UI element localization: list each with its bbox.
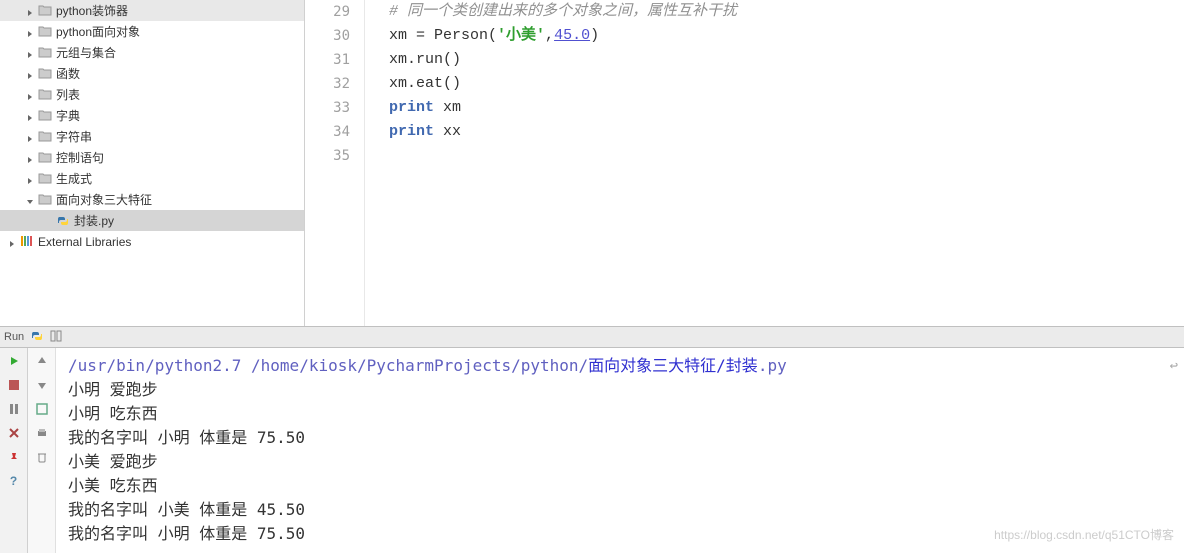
- line-number: 33: [305, 96, 350, 120]
- expand-arrow-icon[interactable]: [26, 6, 36, 16]
- tree-item-7[interactable]: 控制语句: [0, 147, 304, 168]
- tree-label: 列表: [56, 86, 80, 103]
- code-area[interactable]: # 同一个类创建出来的多个对象之间，属性互补干扰xm = Person('小美'…: [365, 0, 1184, 326]
- folder-icon: [38, 88, 52, 102]
- tree-label: 字典: [56, 107, 80, 124]
- tree-label: 封装.py: [74, 212, 114, 229]
- expand-arrow-icon[interactable]: [26, 48, 36, 58]
- expand-arrow-icon[interactable]: [26, 69, 36, 79]
- code-editor[interactable]: 29303132333435 # 同一个类创建出来的多个对象之间，属性互补干扰x…: [305, 0, 1184, 326]
- tree-label: python装饰器: [56, 2, 128, 19]
- tree-label: External Libraries: [38, 235, 131, 249]
- folder-icon: [38, 67, 52, 81]
- tree-label: 字符串: [56, 128, 92, 145]
- project-tree: python装饰器 python面向对象元组与集合函数列表字典字符串控制语句生成式…: [0, 0, 305, 326]
- code-line[interactable]: xm.eat(): [389, 72, 1184, 96]
- code-line[interactable]: xm.run(): [389, 48, 1184, 72]
- line-number: 32: [305, 72, 350, 96]
- line-number: 31: [305, 48, 350, 72]
- expand-arrow-icon[interactable]: [26, 27, 36, 37]
- line-number: 30: [305, 24, 350, 48]
- tree-item-3[interactable]: 函数: [0, 63, 304, 84]
- tree-label: 面向对象三大特征: [56, 191, 152, 208]
- tree-item-5[interactable]: 字典: [0, 105, 304, 126]
- console-toolbar-left: ?: [0, 348, 28, 553]
- tree-item-1[interactable]: python面向对象: [0, 21, 304, 42]
- python-icon: [30, 329, 44, 346]
- help-button[interactable]: ?: [5, 472, 23, 490]
- folder-icon: [38, 46, 52, 60]
- console-line: 我的名字叫 小明 体重是 75.50: [68, 426, 1172, 450]
- layout-icon[interactable]: [50, 329, 64, 346]
- line-number: 34: [305, 120, 350, 144]
- console-line: 小明 爱跑步: [68, 378, 1172, 402]
- line-gutter: 29303132333435: [305, 0, 365, 326]
- expand-arrow-icon[interactable]: [26, 111, 36, 121]
- pause-button[interactable]: [5, 400, 23, 418]
- console-line: 我的名字叫 小美 体重是 45.50: [68, 498, 1172, 522]
- tree-item-11[interactable]: External Libraries: [0, 231, 304, 252]
- run-toolwindow-header[interactable]: Run: [0, 326, 1184, 348]
- py-icon: [56, 214, 70, 228]
- expand-arrow-icon[interactable]: [44, 216, 54, 226]
- folder-icon: [38, 130, 52, 144]
- folder-icon: [38, 151, 52, 165]
- print-button[interactable]: [33, 424, 51, 442]
- console-line: 小明 吃东西: [68, 402, 1172, 426]
- folder-icon: [38, 172, 52, 186]
- code-line[interactable]: xm = Person('小美',45.0): [389, 24, 1184, 48]
- rerun-button[interactable]: [5, 352, 23, 370]
- tree-label: 函数: [56, 65, 80, 82]
- scroll-up-button[interactable]: [33, 352, 51, 370]
- folder-icon: [38, 193, 52, 207]
- softwrap-icon[interactable]: ↩: [1170, 354, 1178, 378]
- expand-arrow-icon[interactable]: [26, 153, 36, 163]
- tree-item-8[interactable]: 生成式: [0, 168, 304, 189]
- folder-icon: [38, 4, 52, 18]
- expand-arrow-icon[interactable]: [8, 237, 18, 247]
- expand-arrow-icon[interactable]: [26, 132, 36, 142]
- run-label: Run: [4, 331, 24, 343]
- folder-icon: [38, 25, 52, 39]
- console-output[interactable]: ↩ /usr/bin/python2.7 /home/kiosk/Pycharm…: [56, 348, 1184, 553]
- folder-icon: [38, 109, 52, 123]
- tree-item-6[interactable]: 字符串: [0, 126, 304, 147]
- scroll-down-button[interactable]: [33, 376, 51, 394]
- console-command: /usr/bin/python2.7 /home/kiosk/PycharmPr…: [68, 354, 1172, 378]
- tree-item-0[interactable]: python装饰器: [0, 0, 304, 21]
- code-line[interactable]: [389, 144, 1184, 168]
- code-line[interactable]: print xx: [389, 120, 1184, 144]
- tree-label: 控制语句: [56, 149, 104, 166]
- close-button[interactable]: [5, 424, 23, 442]
- line-number: 29: [305, 0, 350, 24]
- code-line[interactable]: print xm: [389, 96, 1184, 120]
- console-line: 小美 吃东西: [68, 474, 1172, 498]
- stop-button[interactable]: [5, 376, 23, 394]
- expand-arrow-icon[interactable]: [26, 90, 36, 100]
- tree-item-9[interactable]: 面向对象三大特征: [0, 189, 304, 210]
- expand-arrow-icon[interactable]: [26, 195, 36, 205]
- tree-item-2[interactable]: 元组与集合: [0, 42, 304, 63]
- console-toolbar-inner: [28, 348, 56, 553]
- pin-button[interactable]: [5, 448, 23, 466]
- clear-button[interactable]: [33, 448, 51, 466]
- tree-label: 生成式: [56, 170, 92, 187]
- console-line: 小美 爱跑步: [68, 450, 1172, 474]
- tree-item-4[interactable]: 列表: [0, 84, 304, 105]
- watermark: https://blog.csdn.net/q51CTO博客: [994, 523, 1174, 547]
- lib-icon: [20, 235, 34, 249]
- tree-label: 元组与集合: [56, 44, 116, 61]
- tree-label: python面向对象: [56, 23, 140, 40]
- tree-item-10[interactable]: 封装.py: [0, 210, 304, 231]
- wrap-button[interactable]: [33, 400, 51, 418]
- expand-arrow-icon[interactable]: [26, 174, 36, 184]
- line-number: 35: [305, 144, 350, 168]
- code-line[interactable]: # 同一个类创建出来的多个对象之间，属性互补干扰: [389, 0, 1184, 24]
